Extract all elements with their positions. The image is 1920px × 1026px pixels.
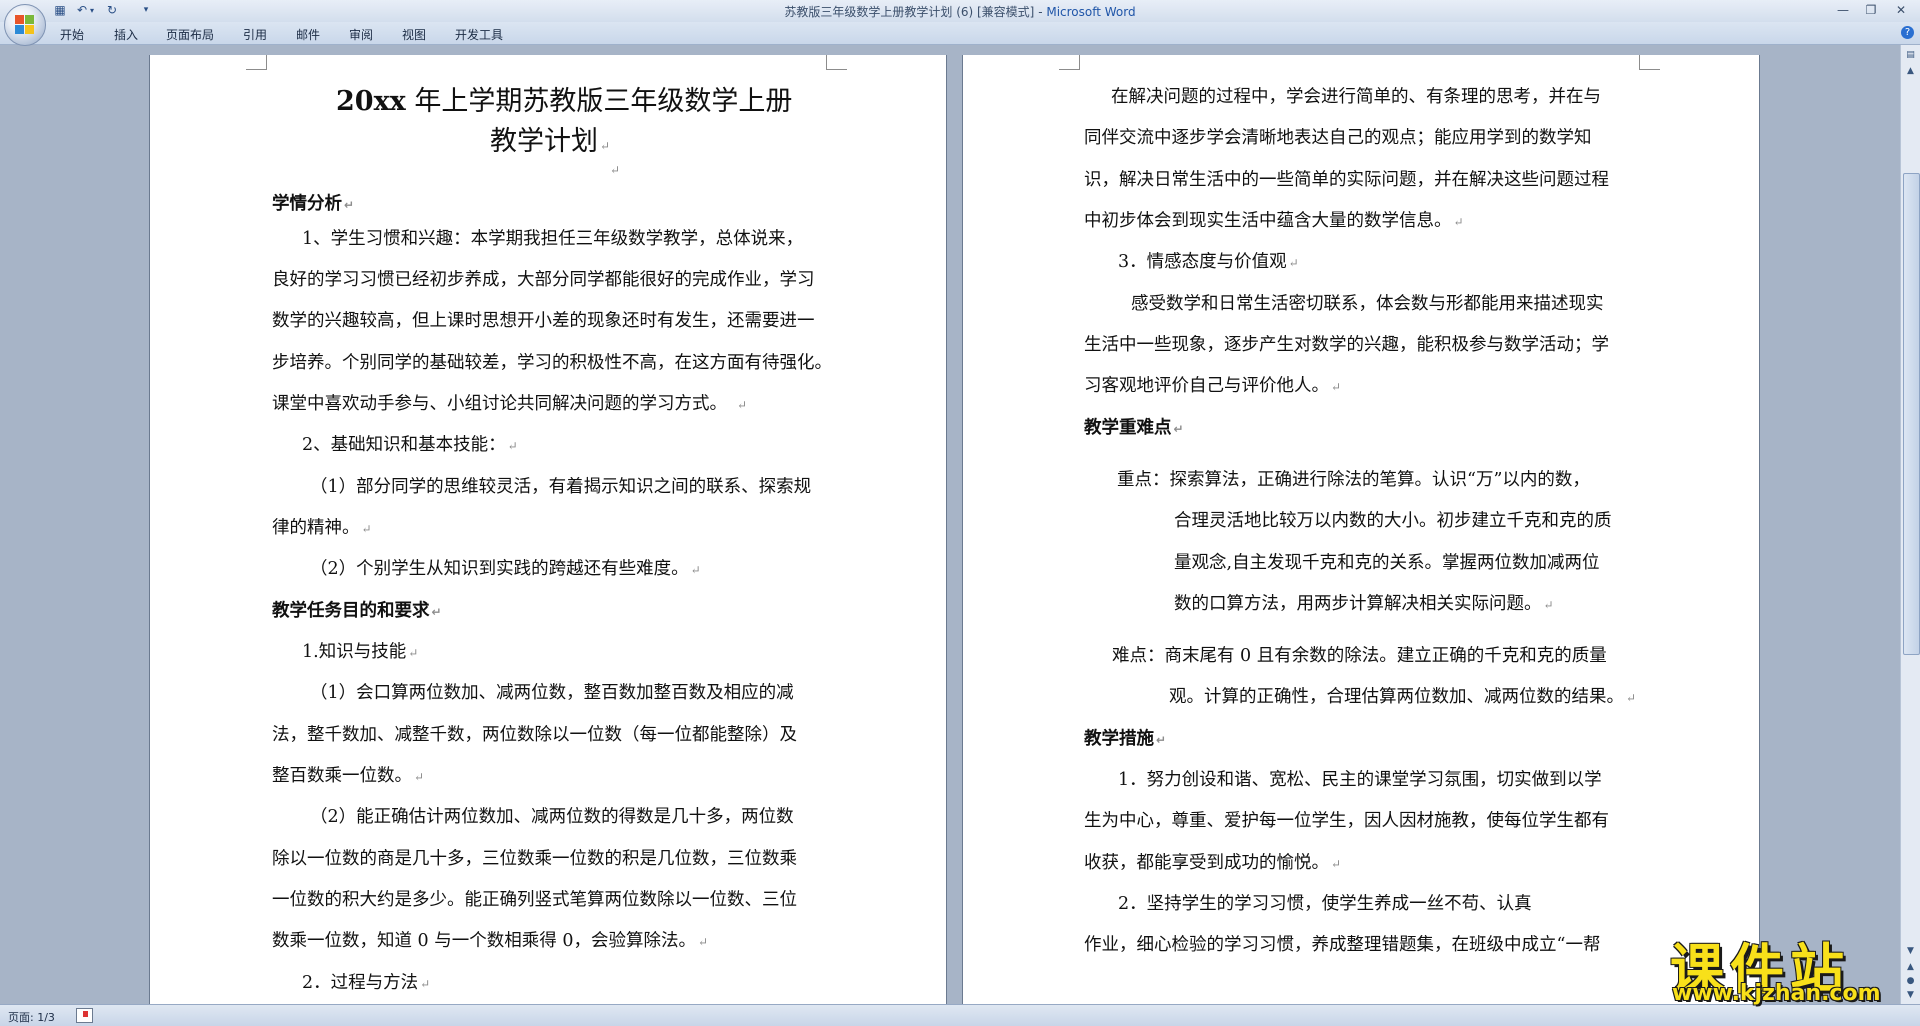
heading-student-analysis: 学情分析 ↵ <box>272 194 355 214</box>
body-line: 收获，都能享受到成功的愉悦。 ↵ <box>1084 853 1342 873</box>
proofing-status-icon[interactable] <box>76 1008 93 1023</box>
minimize-icon[interactable]: — <box>1830 2 1856 18</box>
tab-mailings[interactable]: 邮件 <box>296 26 320 43</box>
scroll-up-icon[interactable]: ▲ <box>1904 65 1917 78</box>
tab-developer[interactable]: 开发工具 <box>455 26 503 43</box>
watermark-url: www.kjzhan.com <box>1672 981 1881 1006</box>
body-line: 良好的学习习惯已经初步养成，大部分同学都能很好的完成作业，学习 <box>272 270 815 290</box>
body-line: 合理灵活地比较万以内数的大小。初步建立千克和克的质 <box>1174 511 1612 531</box>
vertical-scrollbar[interactable]: ▤ ▲ ▼ ▲ ● ▼ <box>1900 45 1920 1004</box>
body-line: （1）部分同学的思维较灵活，有着揭示知识之间的联系、探索规 <box>310 477 812 497</box>
heading-teaching-goals: 教学任务目的和要求 ↵ <box>272 601 442 621</box>
status-bar: 页面: 1/3 <box>0 1004 1920 1026</box>
body-line: 整百数乘一位数。 ↵ <box>272 766 425 786</box>
document-title-line-2: 教学计划 ↵ <box>490 126 611 157</box>
body-line: 1.知识与技能 ↵ <box>302 642 419 662</box>
page-number-status[interactable]: 页面: 1/3 <box>8 1009 55 1025</box>
app-name: Microsoft Word <box>1046 5 1136 19</box>
body-line: 1．努力创设和谐、宽松、民主的课堂学习氛围，切实做到以学 <box>1118 770 1602 790</box>
tab-view[interactable]: 视图 <box>402 26 426 43</box>
body-line: 生为中心，尊重、爱护每一位学生，因人因材施教，使每位学生都有 <box>1084 811 1609 831</box>
empty-paragraph: ↵ <box>610 163 621 177</box>
tab-references[interactable]: 引用 <box>243 26 267 43</box>
body-line: 习客观地评价自己与评价他人。 ↵ <box>1084 376 1342 396</box>
title-separator: - <box>1034 5 1047 19</box>
page-corner-mark <box>826 55 847 70</box>
page-corner-mark <box>1059 55 1080 70</box>
body-line: 生活中一些现象，逐步产生对数学的兴趣，能积极参与数学活动；学 <box>1084 335 1609 355</box>
body-line: 识，解决日常生活中的一些简单的实际问题，并在解决这些问题过程 <box>1084 170 1609 190</box>
body-line: 课堂中喜欢动手参与、小组讨论共同解决问题的学习方式。 ↵ <box>272 394 748 414</box>
body-line: 一位数的积大约是多少。能正确列竖式笔算两位数除以一位数、三位 <box>272 890 797 910</box>
ruler-toggle-icon[interactable]: ▤ <box>1904 49 1917 62</box>
body-line: 步培养。个别同学的基础较差，学习的积极性不高，在这方面有待强化。 <box>272 353 832 373</box>
body-line: 同伴交流中逐步学会清晰地表达自己的观点；能应用学到的数学知 <box>1084 128 1592 148</box>
title-text: 年上学期苏教版三年级数学上册 <box>405 86 793 117</box>
tab-review[interactable]: 审阅 <box>349 26 373 43</box>
restore-icon[interactable]: ❐ <box>1858 2 1884 18</box>
document-title-line-1: 20xx 年上学期苏教版三年级数学上册 <box>336 79 792 118</box>
body-line: 量观念,自主发现千克和克的关系。掌握两位数加减两位 <box>1174 553 1600 573</box>
body-line: 2、基础知识和基本技能： ↵ <box>302 435 518 455</box>
body-line: 感受数学和日常生活密切联系，体会数与形都能用来描述现实 <box>1131 294 1604 314</box>
body-line: 重点：探索算法，正确进行除法的笔算。认识“万”以内的数， <box>1117 470 1590 490</box>
body-line: 1、学生习惯和兴趣：本学期我担任三年级数学教学，总体说来， <box>302 229 804 249</box>
window-title: 苏教版三年级数学上册教学计划 (6) [兼容模式] - Microsoft Wo… <box>0 3 1920 20</box>
body-line: （1）会口算两位数加、减两位数，整百数加整百数及相应的减 <box>310 683 794 703</box>
body-line: （2）个别学生从知识到实践的跨越还有些难度。 ↵ <box>310 559 701 579</box>
body-line: 数乘一位数，知道 0 与一个数相乘得 0，会验算除法。 ↵ <box>272 931 709 951</box>
body-line: 难点：商末尾有 0 且有余数的除法。建立正确的千克和克的质量 <box>1112 646 1607 666</box>
heading-teaching-measures: 教学措施 ↵ <box>1084 729 1167 749</box>
office-button[interactable] <box>4 4 46 46</box>
body-line: 律的精神。 ↵ <box>272 518 372 538</box>
body-line: 中初步体会到现实生活中蕴含大量的数学信息。 ↵ <box>1084 211 1464 231</box>
body-line: 作业，细心检验的学习习惯，养成整理错题集，在班级中成立“一帮 <box>1084 935 1601 955</box>
body-line: （2）能正确估计两位数加、减两位数的得数是几十多，两位数 <box>310 807 794 827</box>
body-line: 法，整千数加、减整千数，两位数除以一位数（每一位都能整除）及 <box>272 725 797 745</box>
body-line: 观。计算的正确性，合理估算两位数加、减两位数的结果。 ↵ <box>1169 687 1637 707</box>
body-line: 3．情感态度与价值观 ↵ <box>1118 252 1299 272</box>
body-line: 2．坚持学生的学习习惯，使学生养成一丝不苟、认真 <box>1118 894 1532 914</box>
document-name: 苏教版三年级数学上册教学计划 (6) [兼容模式] <box>784 5 1035 19</box>
body-line: 2．过程与方法 ↵ <box>302 973 431 993</box>
tab-page-layout[interactable]: 页面布局 <box>166 26 214 43</box>
title-text-2: 教学计划 <box>490 126 598 157</box>
tab-home[interactable]: 开始 <box>60 26 84 43</box>
body-line: 除以一位数的商是几十多，三位数乘一位数的积是几位数，三位数乘 <box>272 849 797 869</box>
tab-insert[interactable]: 插入 <box>114 26 138 43</box>
title-year: 20xx <box>336 86 406 117</box>
help-icon[interactable]: ? <box>1901 26 1914 39</box>
body-line: 数学的兴趣较高，但上课时思想开小差的现象还时有发生，还需要进一 <box>272 311 815 331</box>
document-page-1[interactable]: 20xx 年上学期苏教版三年级数学上册 教学计划 ↵ ↵ 学情分析 ↵ 1、学生习惯… <box>150 55 946 1004</box>
close-icon[interactable]: ✕ <box>1888 2 1914 18</box>
title-bar: ▦ ↶ ▾ ↻ ▾ 苏教版三年级数学上册教学计划 (6) [兼容模式] - Mi… <box>0 0 1920 22</box>
office-logo-icon <box>15 15 35 35</box>
body-line: 数的口算方法，用两步计算解决相关实际问题。 ↵ <box>1174 594 1554 614</box>
site-watermark: 课件站 www.kjzhan.com <box>1668 925 1918 1007</box>
scrollbar-thumb[interactable] <box>1903 173 1920 655</box>
document-page-2[interactable]: 在解决问题的过程中，学会进行简单的、有条理的思考，并在与 同伴交流中逐步学会清晰… <box>963 55 1759 1004</box>
heading-key-difficult-points: 教学重难点 ↵ <box>1084 418 1184 438</box>
page-corner-mark <box>1639 55 1660 70</box>
page-corner-mark <box>246 55 267 70</box>
ribbon-tabs: 开始 插入 页面布局 引用 邮件 审阅 视图 开发工具 ? <box>0 22 1920 45</box>
body-line: 在解决问题的过程中，学会进行简单的、有条理的思考，并在与 <box>1111 87 1601 107</box>
document-workspace: 20xx 年上学期苏教版三年级数学上册 教学计划 ↵ ↵ 学情分析 ↵ 1、学生习惯… <box>0 45 1900 1004</box>
